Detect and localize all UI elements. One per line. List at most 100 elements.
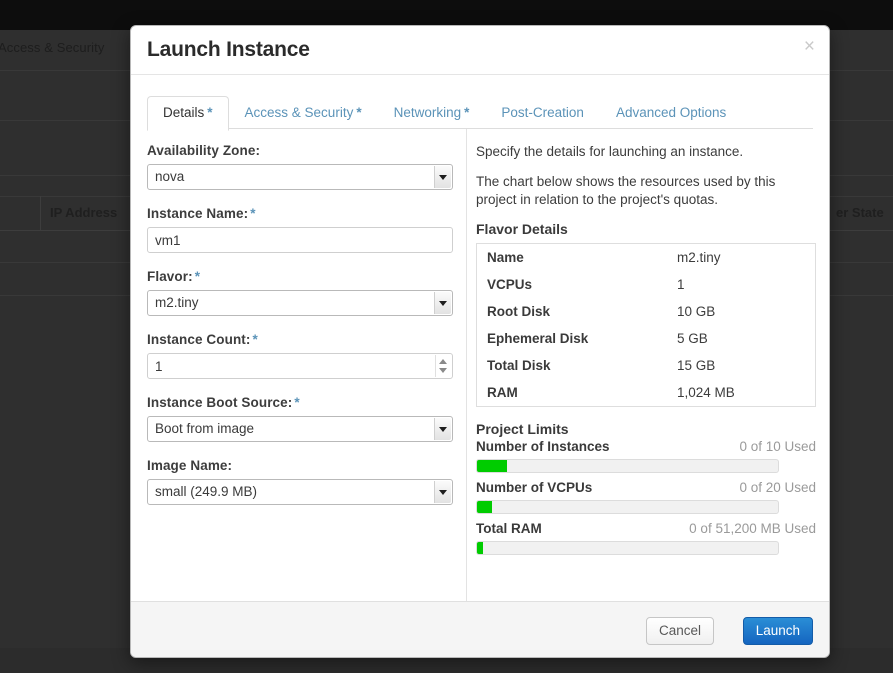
instance-count-stepper (147, 353, 453, 379)
flavor-detail-value: m2.tiny (677, 250, 721, 265)
flavor-detail-value: 5 GB (677, 331, 708, 346)
instance-boot-source-value: Boot from image (155, 421, 255, 436)
table-row: Root Disk 10 GB (477, 298, 816, 325)
info-paragraph-1: Specify the details for launching an ins… (476, 144, 744, 159)
flavor-detail-key: Name (487, 250, 524, 265)
info-paragraph-2: The chart below shows the resources used… (476, 174, 776, 207)
instance-name-required-marker: * (250, 206, 256, 221)
field-instance-boot-source: Instance Boot Source: * Boot from image (147, 395, 453, 442)
flavor-detail-key: VCPUs (487, 277, 533, 292)
flavor-details-heading: Flavor Details (476, 221, 568, 237)
launch-instance-modal: Launch Instance × Details * Access & Secur… (130, 25, 830, 658)
tab-details-required-marker: * (207, 105, 213, 120)
flavor-label: Flavor: * (147, 269, 453, 284)
tab-access-security-label: Access & Security (244, 105, 354, 120)
limit-name: Number of VCPUs (476, 480, 593, 495)
spinner-up-icon[interactable] (439, 359, 447, 364)
background-table-header-ip-address: IP Address (50, 205, 118, 220)
tab-networking[interactable]: Networking * (378, 96, 486, 131)
image-name-value: small (249.9 MB) (155, 484, 258, 499)
limit-name: Total RAM (476, 521, 542, 536)
limit-progress-fill (477, 460, 508, 472)
field-instance-count: Instance Count: * (147, 332, 453, 379)
field-image-name: Image Name: small (249.9 MB) (147, 458, 453, 505)
tab-post-creation[interactable]: Post-Creation (485, 96, 600, 131)
details-form: Availability Zone: nova Instance Name: * … (147, 143, 453, 521)
background-nav-label: Access & Security (0, 40, 105, 55)
tab-post-creation-label: Post-Creation (501, 105, 584, 120)
limit-usage-text: 0 of 20 Used (739, 480, 816, 495)
instance-name-input[interactable] (147, 227, 453, 253)
flavor-value: m2.tiny (155, 295, 199, 310)
field-availability-zone: Availability Zone: nova (147, 143, 453, 190)
instance-boot-source-label-text: Instance Boot Source: (147, 395, 293, 410)
close-icon[interactable]: × (804, 37, 815, 56)
tab-access-security-required-marker: * (356, 105, 362, 120)
modal-header: Launch Instance × (131, 26, 829, 75)
tab-advanced-options[interactable]: Advanced Options (600, 96, 742, 131)
availability-zone-label: Availability Zone: (147, 143, 261, 158)
chevron-down-icon (434, 166, 451, 188)
background-table-header-power-state: er State (836, 205, 884, 220)
limit-number-of-vcpus: Number of VCPUs 0 of 20 Used (476, 480, 816, 514)
table-row: VCPUs 1 (477, 271, 816, 298)
modal-tab-bar: Details * Access & Security * Networking * Pos… (147, 95, 813, 131)
limit-usage-text: 0 of 51,200 MB Used (689, 521, 816, 536)
tab-details-label: Details (163, 105, 205, 120)
limit-number-of-instances: Number of Instances 0 of 10 Used (476, 439, 816, 473)
modal-body: Availability Zone: nova Instance Name: * … (131, 129, 829, 601)
project-limits-heading: Project Limits (476, 421, 569, 437)
instance-count-spinner[interactable] (435, 355, 451, 377)
availability-zone-select[interactable]: nova (147, 164, 453, 190)
limit-progress-track (476, 459, 779, 473)
background-table-column-divider (40, 196, 41, 230)
modal-footer: Cancel Launch (131, 601, 829, 657)
flavor-detail-value: 1 (677, 277, 685, 292)
instance-name-label-text: Instance Name: (147, 206, 249, 221)
chevron-down-icon (434, 481, 451, 503)
flavor-detail-key: RAM (487, 385, 518, 400)
limit-progress-track (476, 541, 779, 555)
launch-button[interactable]: Launch (742, 617, 813, 645)
cancel-button[interactable]: Cancel (645, 617, 714, 645)
flavor-detail-key: Root Disk (487, 304, 551, 319)
instance-count-label: Instance Count: * (147, 332, 453, 347)
instance-count-input[interactable] (147, 353, 453, 379)
limit-name: Number of Instances (476, 439, 610, 454)
table-row: Name m2.tiny (477, 244, 816, 272)
instance-count-required-marker: * (252, 332, 258, 347)
chevron-down-icon (434, 418, 451, 440)
tab-networking-label: Networking (393, 105, 462, 120)
flavor-select[interactable]: m2.tiny (147, 290, 453, 316)
flavor-detail-key: Ephemeral Disk (487, 331, 589, 346)
tab-access-security[interactable]: Access & Security * (229, 96, 378, 131)
limit-progress-fill (477, 501, 493, 513)
flavor-required-marker: * (194, 269, 201, 284)
limit-progress-fill (477, 542, 484, 554)
flavor-detail-key: Total Disk (487, 358, 551, 373)
table-row: Total Disk 15 GB (477, 352, 816, 379)
tab-details[interactable]: Details * (147, 96, 229, 131)
flavor-detail-value: 10 GB (677, 304, 716, 319)
details-info-panel: Specify the details for launching an ins… (476, 143, 816, 562)
spinner-down-icon[interactable] (439, 368, 447, 373)
table-row: RAM 1,024 MB (477, 379, 816, 407)
limit-total-ram: Total RAM 0 of 51,200 MB Used (476, 521, 816, 555)
field-flavor: Flavor: * m2.tiny (147, 269, 453, 316)
instance-name-label: Instance Name: * (147, 206, 453, 221)
limit-usage-text: 0 of 10 Used (739, 439, 816, 454)
instance-boot-source-select[interactable]: Boot from image (147, 416, 453, 442)
chevron-down-icon (434, 292, 451, 314)
table-row: Ephemeral Disk 5 GB (477, 325, 816, 352)
flavor-detail-value: 15 GB (677, 358, 716, 373)
field-instance-name: Instance Name: * (147, 206, 453, 253)
image-name-select[interactable]: small (249.9 MB) (147, 479, 453, 505)
image-name-label: Image Name: (147, 458, 233, 473)
instance-boot-source-required-marker: * (294, 395, 300, 410)
instance-count-label-text: Instance Count: (147, 332, 251, 347)
availability-zone-value: nova (155, 169, 185, 184)
instance-boot-source-label: Instance Boot Source: * (147, 395, 453, 410)
flavor-details-table: Name m2.tiny VCPUs 1 Root Disk 10 GB Eph… (476, 243, 816, 407)
flavor-label-text: Flavor: (147, 269, 193, 284)
modal-title: Launch Instance (147, 38, 310, 61)
